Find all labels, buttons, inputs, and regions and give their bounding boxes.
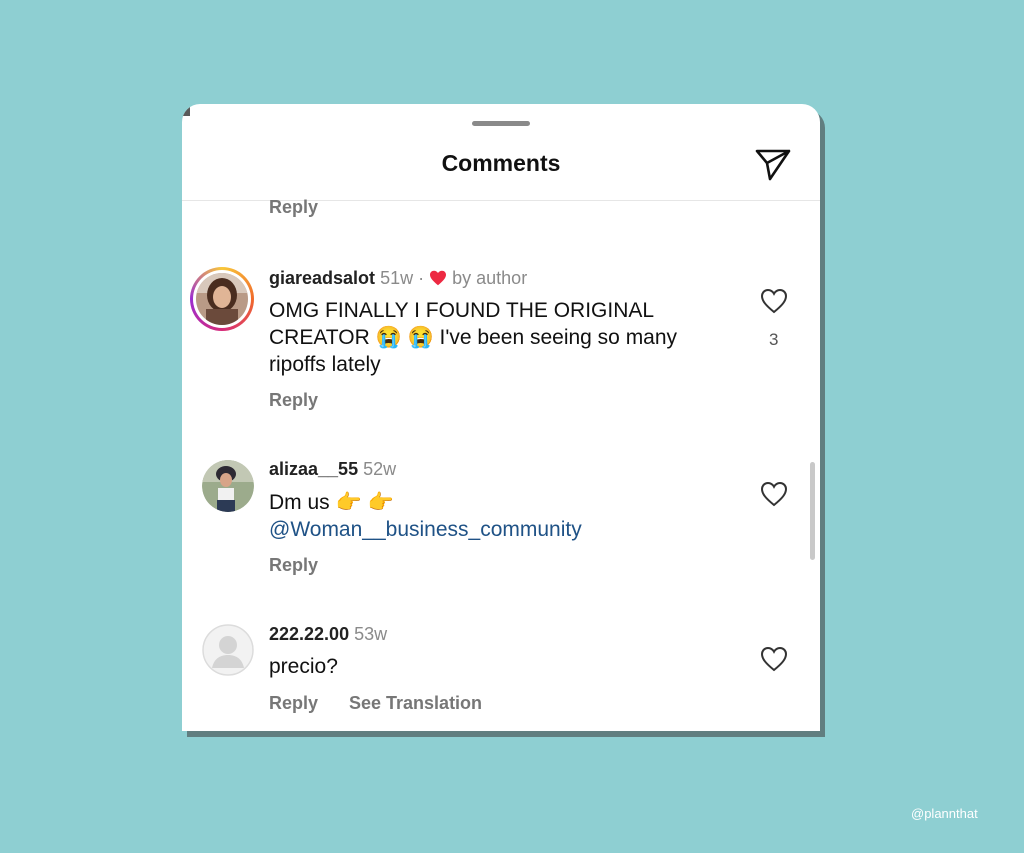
comment-time: 52w bbox=[363, 459, 397, 479]
comment-line: Dm us 👉 👉 bbox=[269, 489, 739, 516]
reply-button[interactable]: Reply bbox=[269, 555, 318, 576]
avatar-story-ring[interactable] bbox=[190, 267, 254, 331]
comment-text: Dm us 👉 👉 @Woman__business_community bbox=[269, 489, 739, 543]
heart-outline-icon[interactable] bbox=[760, 481, 788, 507]
avatar[interactable] bbox=[202, 624, 254, 676]
send-icon[interactable] bbox=[754, 145, 792, 183]
mention-link[interactable]: @Woman__business_community bbox=[269, 516, 739, 543]
drag-handle[interactable] bbox=[472, 121, 530, 126]
reply-button[interactable]: Reply bbox=[269, 693, 318, 714]
heart-filled-icon bbox=[430, 270, 447, 286]
see-translation-button[interactable]: See Translation bbox=[349, 693, 482, 714]
comment-meta: alizaa__55 52w bbox=[269, 459, 396, 480]
reply-button[interactable]: Reply bbox=[269, 197, 318, 218]
avatar[interactable] bbox=[202, 460, 254, 512]
reply-button[interactable]: Reply bbox=[269, 390, 318, 411]
comment-username[interactable]: 222.22.00 bbox=[269, 624, 349, 644]
comment-text: OMG FINALLY I FOUND THE ORIGINAL CREATOR… bbox=[269, 297, 739, 378]
scrollbar-thumb[interactable] bbox=[810, 462, 815, 560]
sheet-title: Comments bbox=[441, 150, 561, 176]
comment-text-part: I've been seeing so many bbox=[433, 326, 678, 349]
comment-time: 53w bbox=[354, 624, 388, 644]
comment-meta: giareadsalot 51w · by author bbox=[269, 268, 527, 289]
comment-line: OMG FINALLY I FOUND THE ORIGINAL bbox=[269, 299, 655, 322]
comment-text: precio? bbox=[269, 655, 338, 678]
comments-sheet: Comments Reply giareadsalot 51w · by aut… bbox=[182, 104, 820, 731]
heart-outline-icon[interactable] bbox=[760, 646, 788, 672]
watermark: @plannthat bbox=[911, 806, 978, 821]
pointing-emoji: 👉 👉 bbox=[335, 491, 394, 514]
comment-line: ripoffs lately bbox=[269, 353, 381, 376]
like-count: 3 bbox=[769, 330, 779, 349]
heart-outline-icon[interactable] bbox=[760, 288, 788, 314]
comment-time: 51w bbox=[380, 268, 414, 288]
comment-line: CREATOR 😭 😭 I've been seeing so many bbox=[269, 324, 739, 351]
author-badge: by author bbox=[452, 268, 528, 288]
comment-username[interactable]: alizaa__55 bbox=[269, 459, 358, 479]
crying-emoji: 😭 😭 bbox=[375, 326, 434, 349]
avatar bbox=[196, 273, 248, 325]
comment-meta: 222.22.00 53w bbox=[269, 624, 387, 645]
comment-text-part: Dm us bbox=[269, 491, 336, 514]
comment-text-part: CREATOR bbox=[269, 326, 370, 349]
meta-separator: · bbox=[418, 268, 425, 288]
comment-username[interactable]: giareadsalot bbox=[269, 268, 375, 288]
